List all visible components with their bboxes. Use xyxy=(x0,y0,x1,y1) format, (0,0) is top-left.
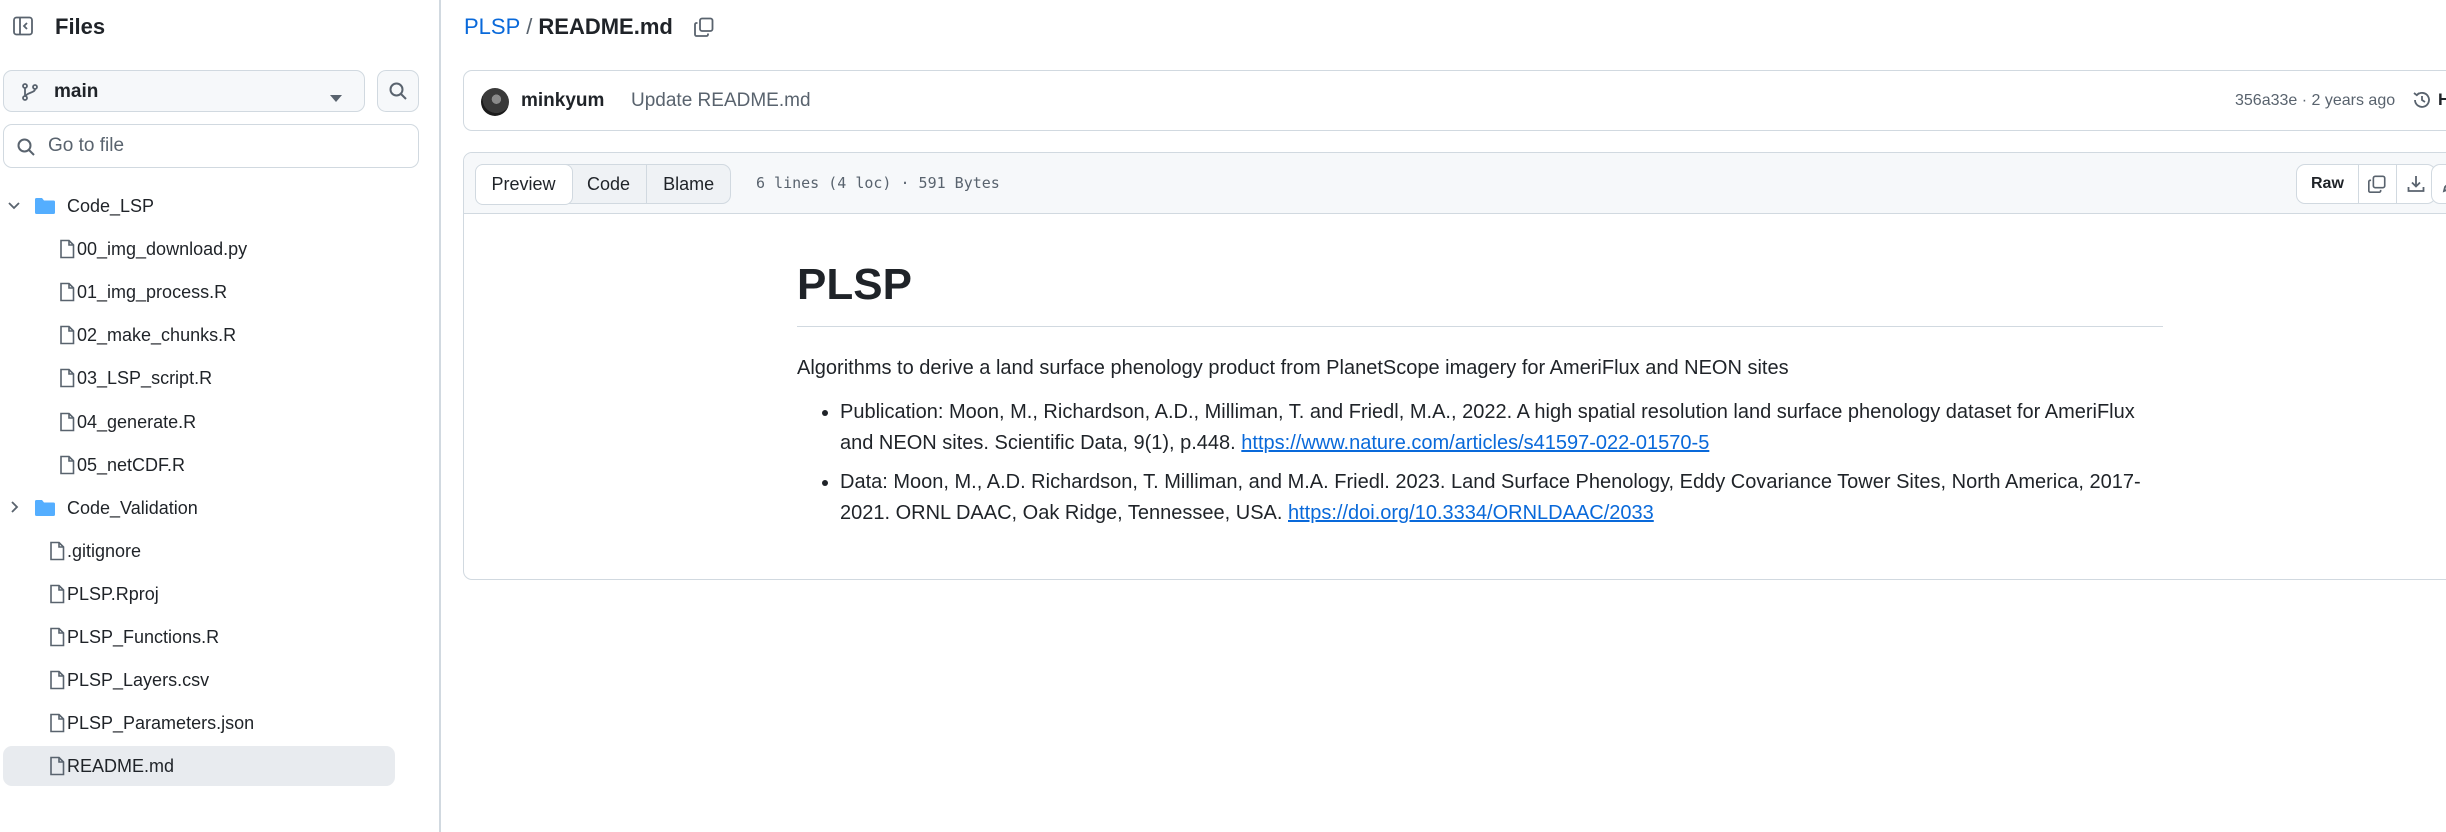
collapse-sidebar-button[interactable] xyxy=(3,6,43,46)
tree-item-label: PLSP.Rproj xyxy=(67,584,159,604)
tree-file-plsp-layers-csv[interactable]: PLSP_Layers.csv xyxy=(3,660,395,700)
file-icon xyxy=(58,368,76,393)
tree-item-label: PLSP_Functions.R xyxy=(67,627,220,647)
breadcrumb-repo-link[interactable]: PLSP xyxy=(464,14,520,40)
tree-file-readme-md[interactable]: README.md xyxy=(3,746,395,786)
copy-icon xyxy=(2368,175,2386,193)
copy-icon xyxy=(693,17,714,37)
tree-item-label: PLSP_Layers.csv xyxy=(67,670,210,690)
file-icon xyxy=(58,282,76,307)
file-tree-sidebar: Files main Code_LSP 00_img_download.py 01_… xyxy=(0,0,441,832)
view-mode-tabs: Preview Code Blame xyxy=(474,163,732,205)
tab-preview[interactable]: Preview xyxy=(474,163,573,205)
tree-file-03-lsp-script-r[interactable]: 03_LSP_script.R xyxy=(3,358,395,398)
raw-button[interactable]: Raw xyxy=(2297,165,2359,203)
tree-file-plsp-functions-r[interactable]: PLSP_Functions.R xyxy=(3,617,395,657)
file-icon xyxy=(48,713,66,738)
tree-item-label: 02_make_chunks.R xyxy=(77,325,237,345)
tree-file-01-img-process-r[interactable]: 01_img_process.R xyxy=(3,272,395,312)
history-icon xyxy=(2413,92,2430,108)
file-actions: Raw xyxy=(2296,164,2436,204)
branch-selector[interactable]: main xyxy=(3,70,365,112)
readme-title: PLSP xyxy=(797,259,2163,327)
file-icon xyxy=(58,412,76,437)
branch-name: main xyxy=(54,81,99,102)
tree-item-label: 03_LSP_script.R xyxy=(77,368,213,388)
tree-file-gitignore[interactable]: .gitignore xyxy=(3,531,395,571)
sidebar-title: Files xyxy=(55,14,106,39)
commit-meta[interactable]: 356a33e · 2 years ago xyxy=(2235,92,2395,110)
file-icon xyxy=(48,584,66,609)
tab-code[interactable]: Code xyxy=(571,165,648,203)
download-raw-button[interactable] xyxy=(2397,165,2435,203)
commit-author-link[interactable]: minkyum xyxy=(521,90,604,112)
search-icon xyxy=(16,137,36,163)
folder-icon xyxy=(34,498,56,523)
copy-raw-button[interactable] xyxy=(2359,165,2397,203)
tree-file-00-img-download-py[interactable]: 00_img_download.py xyxy=(3,229,395,269)
tree-file-04-generate-r[interactable]: 04_generate.R xyxy=(3,402,395,442)
download-icon xyxy=(2407,176,2425,192)
tree-file-plsp-rproj[interactable]: PLSP.Rproj xyxy=(3,574,395,614)
reference-link[interactable]: https://www.nature.com/articles/s41597-0… xyxy=(1241,432,1709,454)
list-item: Publication: Moon, M., Richardson, A.D.,… xyxy=(840,397,2163,459)
readme-reference-list: Publication: Moon, M., Richardson, A.D.,… xyxy=(797,397,2163,529)
tree-folder-code-validation[interactable]: Code_Validation xyxy=(3,488,395,528)
file-icon xyxy=(48,627,66,652)
file-icon xyxy=(48,670,66,695)
reference-link[interactable]: https://doi.org/10.3334/ORNLDAAC/2033 xyxy=(1288,502,1654,524)
search-files-button[interactable] xyxy=(377,70,419,112)
list-item: Data: Moon, M., A.D. Richardson, T. Mill… xyxy=(840,467,2163,529)
latest-commit-bar: minkyum Update README.md 356a33e · 2 yea… xyxy=(463,70,2446,131)
edit-file-button[interactable] xyxy=(2431,164,2446,204)
file-viewer: Preview Code Blame 6 lines (4 loc) · 591… xyxy=(463,152,2446,580)
main-content: PLSP / README.md minkyum Update README.m… xyxy=(443,0,2446,832)
file-icon xyxy=(58,455,76,480)
file-header: Preview Code Blame 6 lines (4 loc) · 591… xyxy=(464,153,2446,214)
go-to-file-input[interactable] xyxy=(48,133,408,159)
avatar[interactable] xyxy=(481,88,509,116)
breadcrumb-file: README.md xyxy=(538,14,673,39)
copy-path-button[interactable] xyxy=(693,16,715,38)
tree-file-05-netcdf-r[interactable]: 05_netCDF.R xyxy=(3,445,395,485)
file-info: 6 lines (4 loc) · 591 Bytes xyxy=(756,174,1000,192)
commit-message-link[interactable]: Update README.md xyxy=(631,90,811,112)
tree-item-label: Code_Validation xyxy=(67,498,198,518)
readme-content: PLSP Algorithms to derive a land surface… xyxy=(797,259,2163,537)
tree-item-label: Code_LSP xyxy=(67,196,155,216)
tab-blame[interactable]: Blame xyxy=(647,165,730,203)
pencil-icon xyxy=(2442,184,2446,193)
file-icon xyxy=(48,756,66,781)
chevron-down-icon[interactable] xyxy=(6,197,22,218)
history-label: Hist xyxy=(2438,90,2446,109)
caret-down-icon xyxy=(330,87,342,109)
sidebar-header: Files xyxy=(0,0,439,56)
tree-item-label: 04_generate.R xyxy=(77,412,197,432)
tree-item-label: 05_netCDF.R xyxy=(77,455,186,475)
history-button[interactable]: Hist xyxy=(2412,90,2446,110)
file-icon xyxy=(58,239,76,264)
tree-item-label: README.md xyxy=(67,756,175,776)
chevron-right-icon[interactable] xyxy=(6,499,22,520)
tree-item-label: 01_img_process.R xyxy=(77,282,228,302)
tree-item-label: 00_img_download.py xyxy=(77,239,248,259)
breadcrumb: PLSP / README.md xyxy=(464,14,715,40)
file-icon xyxy=(58,325,76,350)
git-branch-icon xyxy=(20,82,40,108)
file-icon xyxy=(48,541,66,566)
tree-file-02-make-chunks-r[interactable]: 02_make_chunks.R xyxy=(3,315,395,355)
readme-intro: Algorithms to derive a land surface phen… xyxy=(797,356,1789,379)
tree-folder-code-lsp[interactable]: Code_LSP xyxy=(3,186,395,226)
tree-item-label: .gitignore xyxy=(67,541,142,561)
tree-item-label: PLSP_Parameters.json xyxy=(67,713,255,733)
tree-file-plsp-parameters-json[interactable]: PLSP_Parameters.json xyxy=(3,703,395,743)
sidebar-collapse-icon xyxy=(13,16,33,36)
folder-icon xyxy=(34,196,56,221)
breadcrumb-separator: / xyxy=(526,14,533,39)
search-icon xyxy=(389,82,407,100)
go-to-file-field[interactable] xyxy=(3,124,419,168)
